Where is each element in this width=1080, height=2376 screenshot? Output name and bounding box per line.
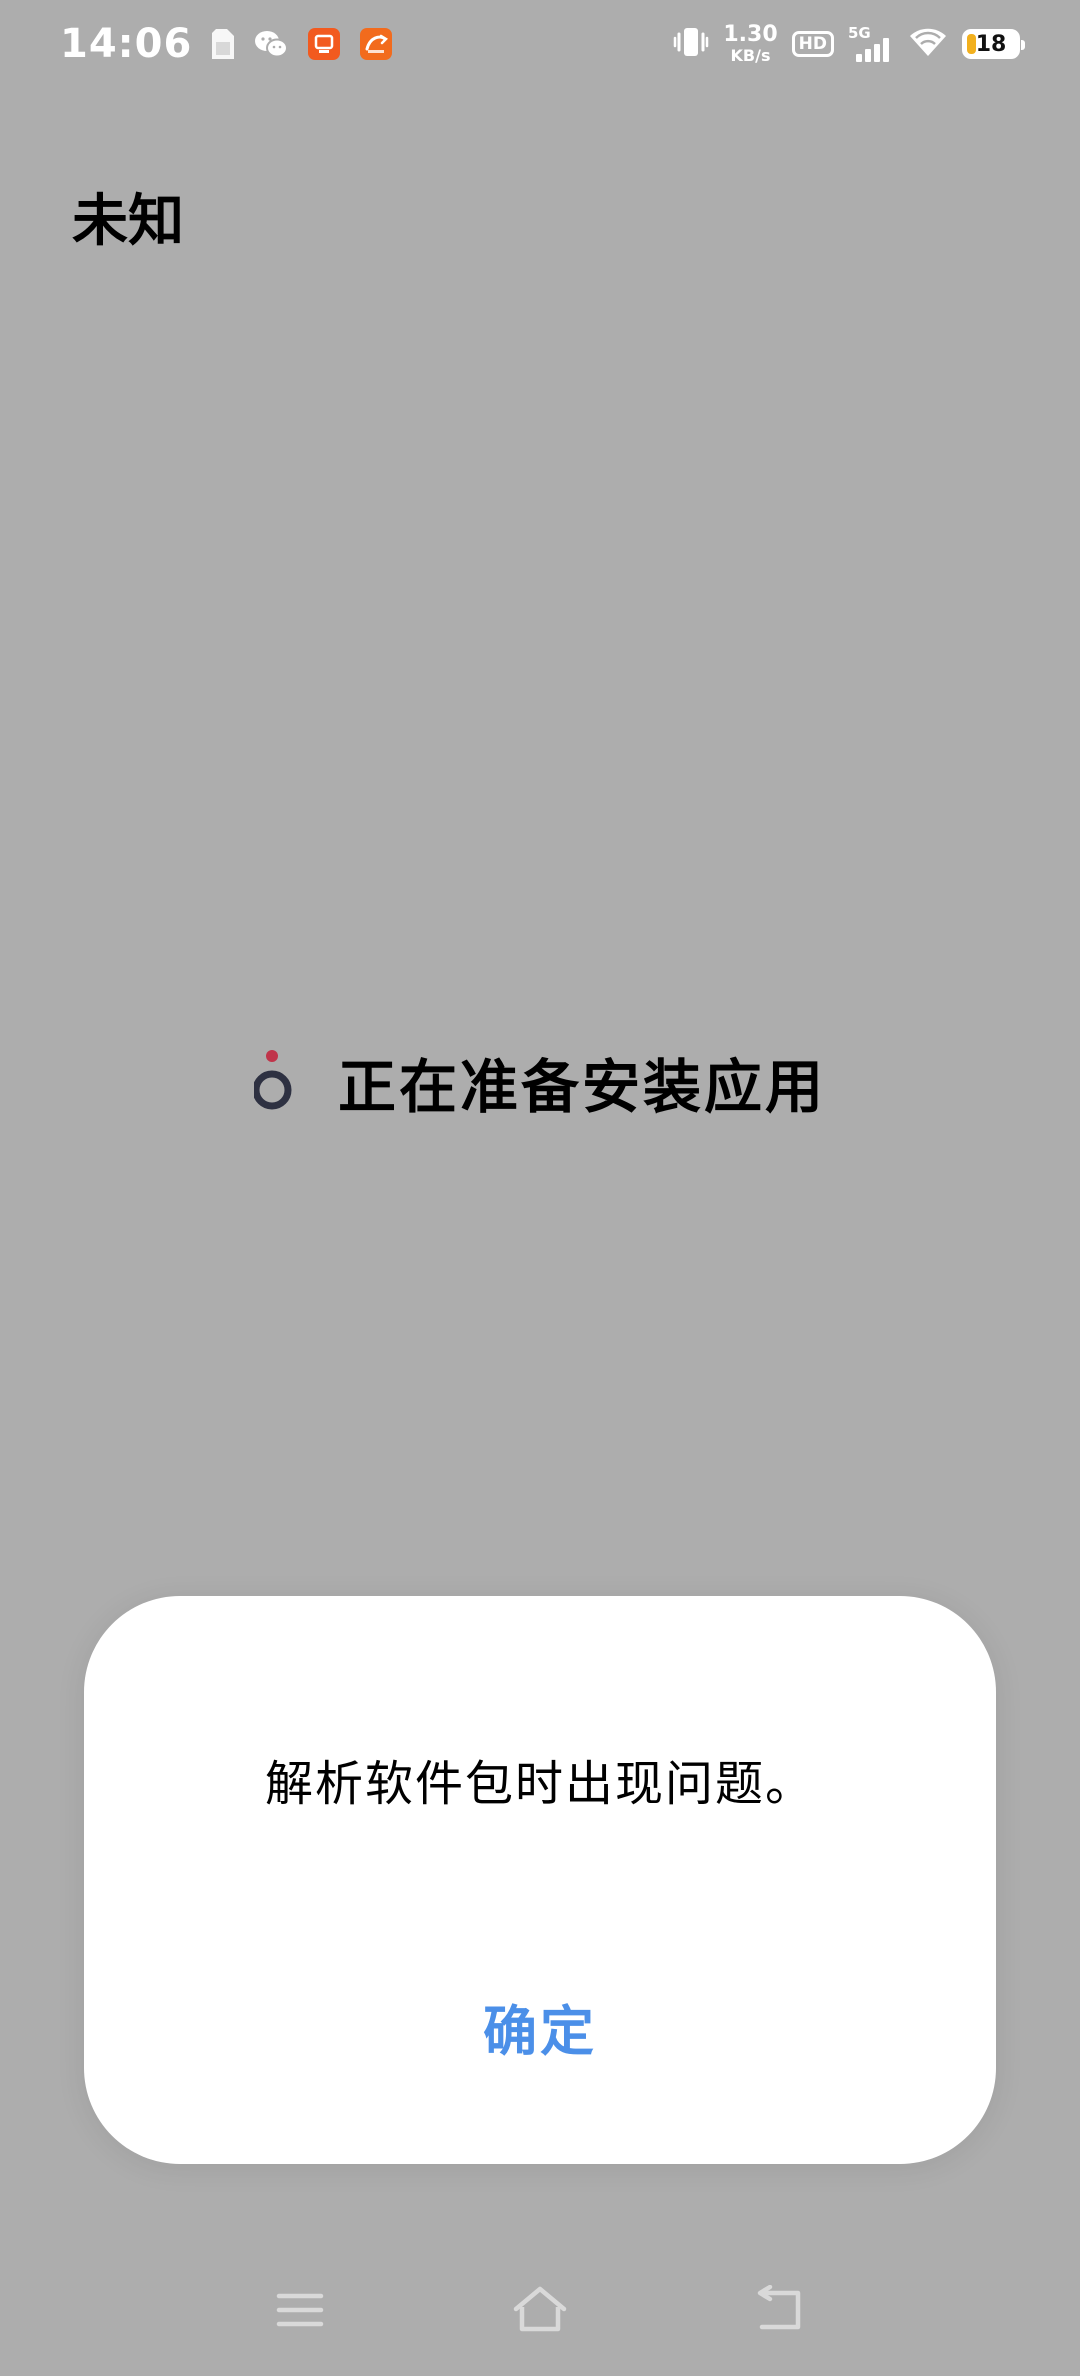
clock: 14:06: [60, 21, 193, 67]
battery-icon: 18: [962, 29, 1025, 59]
spinner-dot: [265, 1050, 278, 1062]
status-left: 14:06: [60, 14, 393, 74]
signal-icon: 5G: [848, 24, 894, 64]
battery-level: 18: [975, 31, 1007, 57]
menu-icon[interactable]: [260, 2270, 340, 2350]
home-icon[interactable]: [500, 2270, 580, 2350]
wechat-icon: [254, 30, 289, 58]
network-speed: 1.30 KB/s: [723, 24, 777, 64]
progress-text: 正在准备安装应用: [337, 1053, 826, 1121]
error-dialog: 解析软件包时出现问题。 确定: [84, 1596, 996, 2164]
page-title: 未知: [72, 189, 184, 254]
vibrate-icon: [673, 24, 709, 64]
hd-badge: HD: [791, 30, 834, 58]
wifi-icon: [908, 26, 948, 62]
dialog-message: 解析软件包时出现问题。: [264, 1756, 815, 1812]
confirm-button[interactable]: 确定: [340, 1976, 740, 2076]
spinner-ring: [252, 1070, 292, 1110]
app-notification-icon: [308, 28, 341, 60]
network-speed-unit: KB/s: [730, 46, 771, 65]
navigation-bar: [0, 2270, 1080, 2350]
loading-spinner-icon: [252, 1046, 310, 1118]
network-speed-value: 1.30: [723, 22, 778, 47]
status-right: 1.30 KB/s HD 5G 18: [659, 14, 1025, 74]
1688-app-icon: [360, 28, 393, 60]
back-icon[interactable]: [740, 2270, 820, 2350]
status-bar: 14:06 1.30 KB/s HD 5G 18: [0, 0, 1080, 86]
install-progress: 正在准备安装应用: [0, 1040, 1080, 1124]
sim-card-icon: [212, 29, 235, 59]
